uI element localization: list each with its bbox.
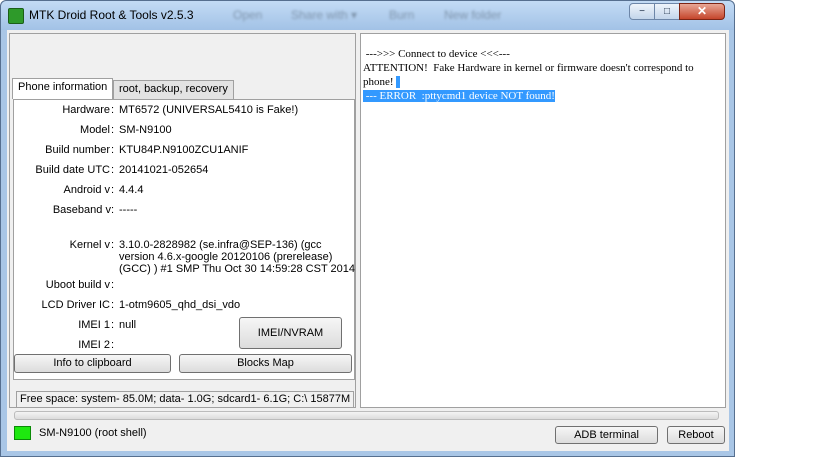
maximize-button[interactable]: □ bbox=[654, 3, 680, 20]
connection-status-indicator bbox=[14, 426, 31, 440]
hardware-value: MT6572 (UNIVERSAL5410 is Fake!) bbox=[119, 104, 299, 116]
reboot-button[interactable]: Reboot bbox=[667, 426, 725, 444]
kernel-label: Kernel v bbox=[69, 239, 110, 251]
log-line-attention-text: ATTENTION! Fake Hardware in kernel or fi… bbox=[363, 62, 697, 88]
model-value: SM-N9100 bbox=[119, 124, 172, 136]
progress-bar bbox=[14, 411, 719, 420]
close-button[interactable]: ✕ bbox=[679, 3, 725, 20]
lcd-driver-label: LCD Driver IC bbox=[41, 299, 110, 311]
colon: : bbox=[111, 184, 115, 196]
uboot-label: Uboot build v bbox=[45, 279, 110, 291]
android-version-value: 4.4.4 bbox=[119, 184, 144, 196]
info-to-clipboard-button[interactable]: Info to clipboard bbox=[14, 354, 171, 373]
log-line-connect: --->>> Connect to device <<<--- bbox=[363, 48, 510, 60]
log-console[interactable]: --->>> Connect to device <<<--- ATTENTIO… bbox=[360, 33, 726, 408]
log-line-attention: ATTENTION! Fake Hardware in kernel or fi… bbox=[363, 61, 723, 89]
app-icon bbox=[8, 8, 24, 24]
background-menu-burn: Burn bbox=[389, 8, 415, 22]
build-number-value: KTU84P.N9100ZCU1ANIF bbox=[119, 144, 249, 156]
text-cursor bbox=[396, 76, 401, 89]
colon: : bbox=[111, 124, 115, 136]
window-title: MTK Droid Root & Tools v2.5.3 bbox=[29, 8, 194, 22]
background-menu-share: Share with ▾ bbox=[291, 8, 358, 22]
colon: : bbox=[111, 164, 115, 176]
kernel-value: 3.10.0-2828982 (se.infra@SEP-136) (gcc v… bbox=[119, 239, 356, 275]
colon: : bbox=[111, 339, 115, 351]
baseband-label: Baseband v: bbox=[52, 204, 114, 216]
imei-nvram-button[interactable]: IMEI/NVRAM bbox=[239, 317, 342, 349]
free-space-status: Free space: system- 85.0M; data- 1.0G; s… bbox=[16, 391, 354, 408]
colon: : bbox=[111, 239, 115, 251]
device-status-label: SM-N9100 (root shell) bbox=[39, 427, 147, 439]
colon: : bbox=[111, 279, 115, 291]
build-date-label: Build date UTC bbox=[35, 164, 110, 176]
title-bar[interactable]: MTK Droid Root & Tools v2.5.3 Open Share… bbox=[1, 1, 734, 30]
build-number-label: Build number bbox=[45, 144, 110, 156]
log-line-error: --- ERROR :pttycmd1 device NOT found! bbox=[363, 89, 723, 103]
background-menu-open: Open bbox=[233, 8, 263, 22]
imei2-label: IMEI 2 bbox=[78, 339, 110, 351]
baseband-value: ----- bbox=[119, 204, 138, 216]
model-label: Model bbox=[80, 124, 110, 136]
left-panel: Phone information root, backup, recovery… bbox=[9, 33, 356, 408]
colon: : bbox=[111, 104, 115, 116]
colon: : bbox=[111, 319, 115, 331]
background-menu-newfolder: New folder bbox=[444, 8, 502, 22]
android-version-label: Android v bbox=[63, 184, 110, 196]
hardware-label: Hardware bbox=[62, 104, 110, 116]
log-line-error-text: --- ERROR :pttycmd1 device NOT found! bbox=[363, 90, 555, 102]
build-date-value: 20141021-052654 bbox=[119, 164, 209, 176]
minimize-button[interactable]: − bbox=[629, 3, 655, 20]
client-area: Phone information root, backup, recovery… bbox=[7, 30, 729, 451]
colon: : bbox=[111, 144, 115, 156]
tab-phone-information[interactable]: Phone information bbox=[12, 78, 114, 99]
adb-terminal-button[interactable]: ADB terminal bbox=[555, 426, 658, 444]
colon: : bbox=[111, 299, 115, 311]
lcd-driver-value: 1-otm9605_qhd_dsi_vdo bbox=[119, 299, 241, 311]
tab-root-backup-recovery[interactable]: root, backup, recovery bbox=[113, 80, 234, 99]
blocks-map-button[interactable]: Blocks Map bbox=[179, 354, 352, 373]
imei1-label: IMEI 1 bbox=[78, 319, 110, 331]
app-window: MTK Droid Root & Tools v2.5.3 Open Share… bbox=[0, 0, 735, 457]
